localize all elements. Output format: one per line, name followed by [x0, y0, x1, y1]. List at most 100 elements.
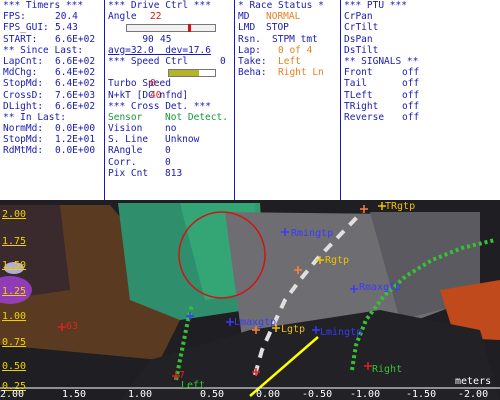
angle-scale-row: 90 0 [108, 22, 230, 67]
marker-lgtp: Lgtp [281, 324, 306, 335]
race-row: LMD STOP [238, 22, 338, 33]
camera-view: 2.00 1.75 1.50 1.25 1.00 0.75 0.50 0.25 … [0, 200, 500, 400]
turbo-label: Turbo [108, 78, 137, 90]
timer-label: START: [3, 33, 38, 45]
cross-value: 0 [165, 145, 171, 157]
speed-bar [168, 69, 216, 78]
race-row: MD NORMAL [238, 11, 338, 22]
x-axis-label: 1.00 [128, 389, 153, 400]
signals-title: ** SIGNALS ** [344, 55, 419, 67]
cross-label: Sensor [108, 111, 143, 123]
since-row: MdChg: 6.4E+02 [3, 67, 104, 78]
cross-row: S. Line Unknow [108, 134, 230, 145]
timer-value: 20.4 [55, 11, 78, 23]
race-label: LMD [238, 22, 256, 34]
race-label: Beha: [238, 67, 267, 79]
race-value: Right Ln [278, 67, 324, 79]
marker-lmingtp: Lmingtp [320, 327, 363, 338]
cross-det-title: *** Cross Det. *** [108, 100, 211, 112]
drive-ctrl-title: *** Drive Ctrl *** [108, 0, 211, 11]
x-axis-label: -2.00 [458, 389, 489, 400]
timers-title: *** Timers *** [3, 0, 84, 11]
ptu-title: *** PTU *** [344, 0, 407, 11]
y-axis-label: 1.25 [2, 286, 27, 297]
race-status-panel: * Race Status * MD NORMAL LMD STOP Rsn. STP… [235, 0, 338, 200]
cross-label: S. Line [108, 134, 149, 146]
since-row: CrossD: 7.6E+03 [3, 90, 104, 101]
angle-scale-bar [126, 24, 216, 33]
race-row: Rsn. STPM tmt [238, 34, 338, 45]
since-value: 7.6E+03 [55, 89, 96, 101]
x-axis-unit: meters [455, 376, 492, 387]
race-row: Lap: 0 of 4 [238, 45, 338, 56]
timer-row: FPS_GUI: 5.43 [3, 22, 104, 33]
cross-row: Vision no [108, 123, 230, 134]
turbo-value: 0 [150, 78, 156, 90]
timer-value: 6.6E+02 [55, 33, 96, 45]
since-label: DLight: [3, 100, 44, 112]
avg-dev-text: avg=32.0 dev=17.6 [108, 44, 211, 56]
signal-label: Front [344, 67, 373, 79]
angle-value: 22 [150, 11, 162, 23]
angle-label: Angle [108, 11, 137, 23]
signal-value: off [402, 78, 420, 90]
in-last-row: NormMd: 0.0E+00 [3, 123, 104, 134]
y-axis-label: 0.50 [2, 361, 27, 372]
marker-lmaxgtp: Lmaxgtp [234, 317, 277, 328]
in-last-label: StopMd: [3, 134, 44, 146]
race-row: Take: Left [238, 56, 338, 67]
cross-value: Not Detect. [165, 111, 228, 123]
cross-row: Pix Cnt 813 [108, 168, 230, 179]
signal-value: off [402, 67, 420, 79]
ptu-item: DsPan [344, 33, 373, 45]
ptu-panel: *** PTU *** CrPan CrTilt DsPan DsTilt **… [341, 0, 500, 200]
race-label: MD [238, 11, 250, 23]
race-status-title: * Race Status * [238, 0, 324, 11]
ptu-item: CrTilt [344, 22, 379, 34]
cross-row: Corr. 0 [108, 157, 230, 168]
cross-label: Vision [108, 123, 143, 135]
in-last-title: ** In Last: [3, 111, 66, 123]
x-axis-label: 0.00 [256, 389, 281, 400]
signal-value: off [402, 100, 420, 112]
signal-label: TRight [344, 100, 379, 112]
mode-text: N+kT [DC nfnd] [108, 89, 189, 101]
signal-value: off [402, 89, 420, 101]
cross-value: Unknow [165, 134, 200, 146]
angle-marker [188, 24, 191, 33]
signal-row: TRight off [344, 101, 500, 112]
race-value: NORMAL [266, 11, 301, 23]
in-last-row: RdMtMd: 0.0E+00 [3, 145, 104, 156]
since-value: 6.4E+02 [55, 67, 96, 79]
in-last-label: NormMd: [3, 123, 44, 135]
cross-value: 0 [165, 156, 171, 168]
since-value: 6.4E+02 [55, 78, 96, 90]
y-axis-label: 1.75 [2, 236, 27, 247]
scale-mid: 45 [160, 33, 172, 45]
timer-row: FPS: 20.4 [3, 11, 104, 22]
since-row: DLight: 6.6E+02 [3, 101, 104, 112]
cross-row: Sensor Not Detect. [108, 112, 230, 123]
signal-row: Tail off [344, 78, 500, 89]
signal-label: TLeft [344, 89, 373, 101]
cross-label: Pix Cnt [108, 167, 149, 179]
cross-label: Corr. [108, 156, 137, 168]
race-label: Take: [238, 55, 267, 67]
speed-row: Speed 40 [108, 67, 230, 101]
cross-label: RAngle [108, 145, 143, 157]
timer-label: FPS: [3, 11, 26, 23]
drive-ctrl-panel: *** Drive Ctrl *** Angle 22 90 0 45 avg=3… [105, 0, 230, 200]
in-last-row: StopMd: 1.2E+01 [3, 134, 104, 145]
timer-label: FPS_GUI: [3, 22, 49, 34]
x-axis-label: -1.00 [350, 389, 381, 400]
cross-value: 813 [165, 167, 183, 179]
timers-panel: *** Timers *** FPS: 20.4 FPS_GUI: 5.43 STA… [0, 0, 104, 200]
since-label: MdChg: [3, 67, 38, 79]
since-label: StopMd: [3, 78, 44, 90]
in-last-value: 0.0E+00 [55, 123, 96, 135]
race-label: Lap: [238, 44, 261, 56]
race-label: Rsn. [238, 33, 261, 45]
y-axis-label: 2.00 [2, 209, 27, 220]
speed-ctrl-title: *** Speed Ctrl [108, 55, 189, 67]
x-axis-label: 0.50 [200, 389, 225, 400]
